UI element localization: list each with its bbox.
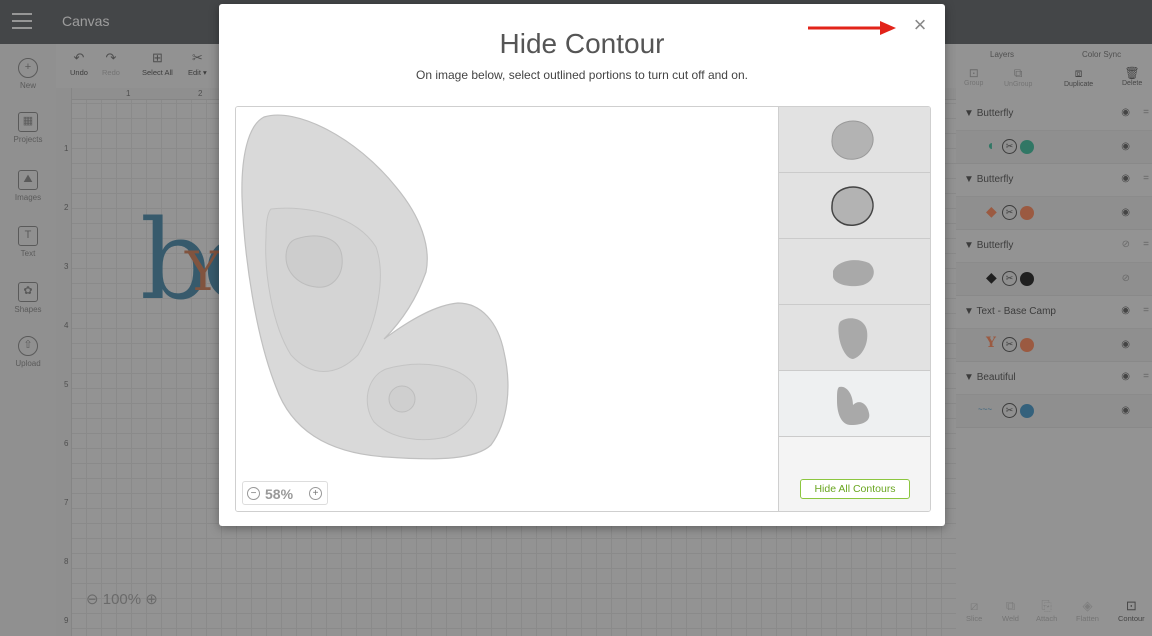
contour-thumbnail[interactable]	[779, 107, 930, 173]
contour-shape-icon	[831, 120, 874, 160]
contour-thumbnail[interactable]	[779, 305, 930, 371]
contour-artboard[interactable]: − 58% +	[236, 107, 778, 511]
wing-lower-spot-contour[interactable]	[388, 385, 416, 413]
zoom-in-icon[interactable]: +	[309, 487, 322, 500]
contour-thumbnail-selected[interactable]	[779, 371, 930, 437]
preview-zoom-control: − 58% +	[242, 481, 328, 505]
zoom-out-icon[interactable]: −	[247, 487, 260, 500]
contour-thumbnail[interactable]	[779, 173, 930, 239]
contour-shape-icon	[833, 260, 874, 287]
contour-thumbnail[interactable]	[779, 239, 930, 305]
contour-shape-icon	[831, 186, 874, 226]
dialog-instructions: On image below, select outlined portions…	[416, 68, 748, 82]
butterfly-wing-preview[interactable]	[236, 107, 778, 511]
contour-shape-icon	[837, 386, 870, 425]
contour-preview: − 58% + Hide All Contours	[235, 106, 931, 512]
hide-all-contours-button[interactable]: Hide All Contours	[800, 479, 910, 499]
contour-shape-icon	[838, 318, 868, 359]
close-icon[interactable]: ×	[909, 14, 931, 36]
red-arrow-annotation	[808, 21, 896, 35]
contour-thumbnails: Hide All Contours	[778, 107, 930, 511]
hide-contour-dialog: Hide Contour On image below, select outl…	[219, 4, 945, 526]
preview-zoom-value: 58%	[265, 486, 294, 502]
wing-lower-contour[interactable]	[366, 363, 478, 441]
